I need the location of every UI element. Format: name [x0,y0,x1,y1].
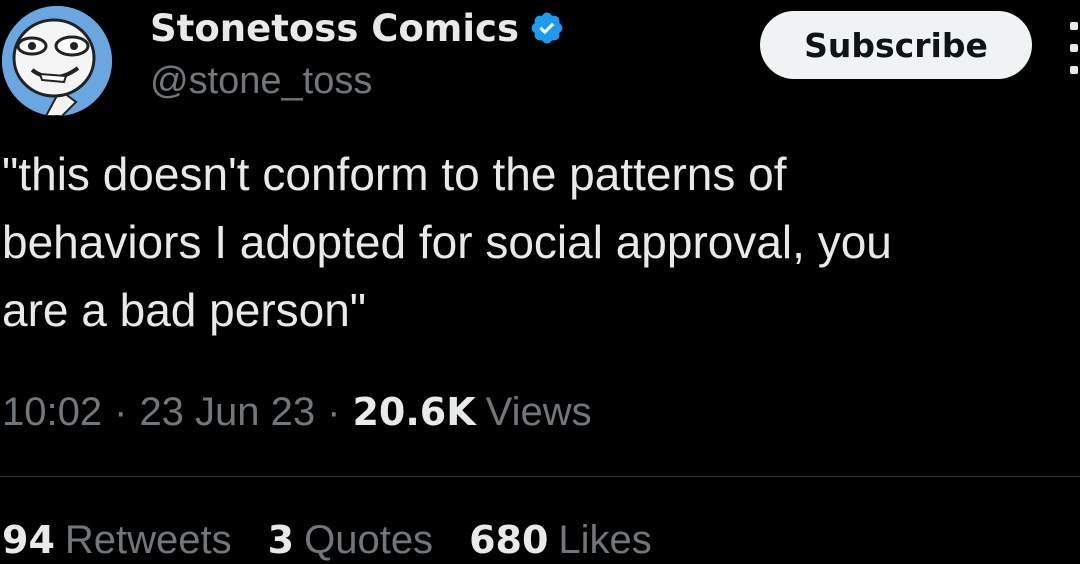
more-dot [1070,44,1078,52]
likes-stat[interactable]: 680 Likes [469,518,652,563]
cartoon-face-avatar-icon [2,6,112,116]
more-dot [1070,66,1078,74]
subscribe-button[interactable]: Subscribe [760,11,1032,79]
meta-separator: · [114,390,128,434]
retweets-stat[interactable]: 94 Retweets [2,518,232,563]
likes-count: 680 [469,518,549,562]
quotes-count: 3 [267,518,295,562]
engagement-stats: 94 Retweets 3 Quotes 680 Likes [2,518,688,563]
views-label: Views [485,390,592,434]
tweet-header: Stonetoss Comics @stone_toss Subscribe [0,0,1080,120]
author-handle[interactable]: @stone_toss [150,60,372,103]
author-name-row: Stonetoss Comics [150,6,565,50]
quotes-stat[interactable]: 3 Quotes [268,518,433,563]
retweets-count: 94 [2,518,55,562]
divider [0,476,1080,477]
retweets-label: Retweets [64,518,232,562]
tweet-text-line: "this doesn't conform to the patterns of [2,148,787,200]
tweet-text: "this doesn't conform to the patterns of… [2,140,1080,344]
tweet-meta: 10:02 · 23 Jun 23 · 20.6K Views [2,390,592,435]
quotes-label: Quotes [304,518,434,562]
author-display-name[interactable]: Stonetoss Comics [150,7,519,50]
tweet-text-line: are a bad person" [2,284,367,336]
tweet-date[interactable]: 23 Jun 23 [139,390,315,435]
tweet-time[interactable]: 10:02 [2,390,102,435]
verified-badge-icon [531,12,563,44]
more-vertical-icon[interactable] [1064,22,1080,82]
meta-separator: · [327,390,341,434]
views-count: 20.6K [352,390,476,434]
avatar[interactable] [2,6,112,116]
tweet-text-line: behaviors I adopted for social approval,… [2,216,892,268]
more-dot [1070,22,1078,30]
likes-label: Likes [558,518,652,562]
